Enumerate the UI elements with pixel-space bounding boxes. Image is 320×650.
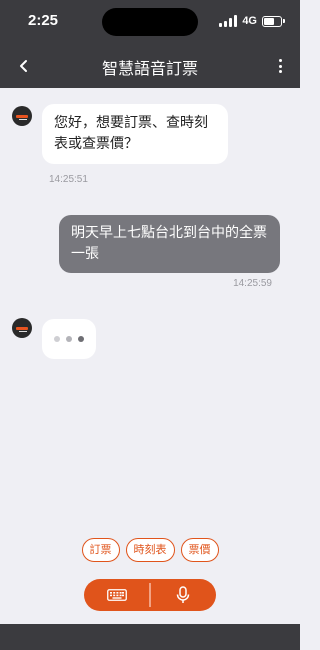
quick-reply-timetable[interactable]: 時刻表 xyxy=(125,538,175,562)
signal-icon xyxy=(219,15,238,27)
page-title: 智慧語音訂票 xyxy=(101,59,198,78)
vertical-dots-icon xyxy=(278,59,282,62)
typing-indicator xyxy=(42,319,96,359)
input-bar xyxy=(84,579,216,611)
more-options-button[interactable] xyxy=(272,54,288,78)
microphone-icon xyxy=(177,586,190,603)
keyboard-button[interactable] xyxy=(84,579,149,611)
typing-dot xyxy=(54,336,60,342)
typing-dot xyxy=(78,336,84,342)
user-message-bubble: 明天早上七點台北到台中的全票 一張 xyxy=(59,215,280,273)
bot-logo-icon xyxy=(16,114,28,120)
bot-message-bubble: 您好，想要訂票、查時刻 表或查票價？ xyxy=(42,104,228,164)
battery-icon xyxy=(262,15,285,27)
status-time: 2:25 xyxy=(28,12,59,29)
typing-dot xyxy=(66,336,72,342)
dynamic-island xyxy=(102,8,198,36)
bot-avatar xyxy=(12,318,32,338)
voice-input-button[interactable] xyxy=(151,579,216,611)
quick-reply-book[interactable]: 訂票 xyxy=(81,538,120,562)
network-type: 4G xyxy=(242,15,257,27)
bot-logo-icon xyxy=(16,326,28,332)
message-line: 您好，想要訂票、查時刻 xyxy=(54,115,208,131)
message-line: 一張 xyxy=(71,246,99,262)
message-line: 表或查票價？ xyxy=(54,136,138,152)
status-indicators: 4G xyxy=(219,14,285,28)
message-timestamp: 14:25:59 xyxy=(233,278,272,289)
quick-reply-fare[interactable]: 票價 xyxy=(180,538,219,562)
status-bar: 2:25 4G xyxy=(0,0,300,44)
keyboard-icon xyxy=(106,589,127,601)
message-timestamp: 14:25:51 xyxy=(49,174,88,185)
nav-bar: 智慧語音訂票 xyxy=(0,44,300,88)
bot-avatar xyxy=(12,106,32,126)
quick-replies: 訂票 時刻表 票價 xyxy=(0,538,300,562)
bottom-bar xyxy=(0,624,300,650)
top-bar: 2:25 4G 智慧語音訂票 xyxy=(0,0,300,88)
message-line: 明天早上七點台北到台中的全票 xyxy=(71,225,267,241)
